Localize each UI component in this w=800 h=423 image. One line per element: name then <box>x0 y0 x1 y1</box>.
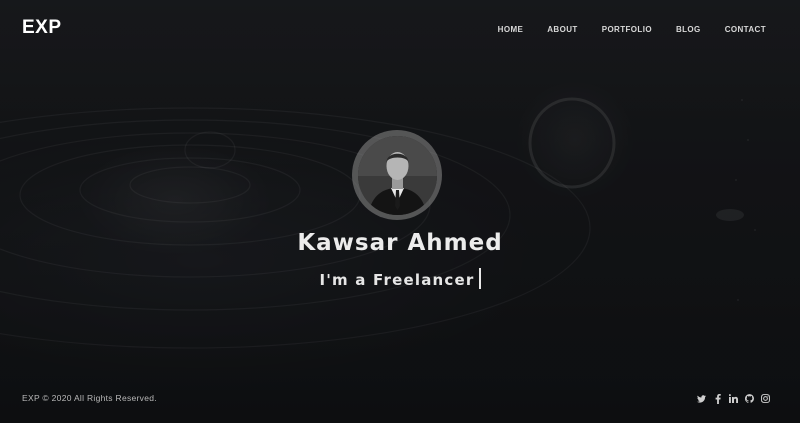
nav-link-blog[interactable]: BLOG <box>676 25 701 35</box>
linkedin-icon[interactable] <box>729 394 738 403</box>
facebook-icon[interactable] <box>713 393 722 404</box>
nav-link-home[interactable]: HOME <box>498 25 524 35</box>
github-icon[interactable] <box>745 394 754 403</box>
hero-tagline: I'm a Freelancer <box>319 271 475 289</box>
nav-link-contact[interactable]: CONTACT <box>725 25 766 35</box>
nav-link-portfolio[interactable]: PORTFOLIO <box>602 25 652 35</box>
main-nav: HOME ABOUT PORTFOLIO BLOG CONTACT <box>498 25 766 35</box>
social-links <box>697 393 770 404</box>
instagram-icon[interactable] <box>761 394 770 403</box>
profile-photo <box>357 135 437 215</box>
hero-name: Kawsar Ahmed <box>297 230 503 256</box>
footer-copyright: EXP © 2020 All Rights Reserved. <box>22 393 157 403</box>
twitter-icon[interactable] <box>697 394 706 403</box>
avatar-frame <box>352 130 442 220</box>
avatar <box>357 135 437 215</box>
hero-tagline-row: I'm a Freelancer <box>0 268 800 289</box>
nav-link-about[interactable]: ABOUT <box>547 25 577 35</box>
typing-cursor <box>478 268 481 289</box>
site-logo[interactable]: EXP <box>22 17 62 39</box>
